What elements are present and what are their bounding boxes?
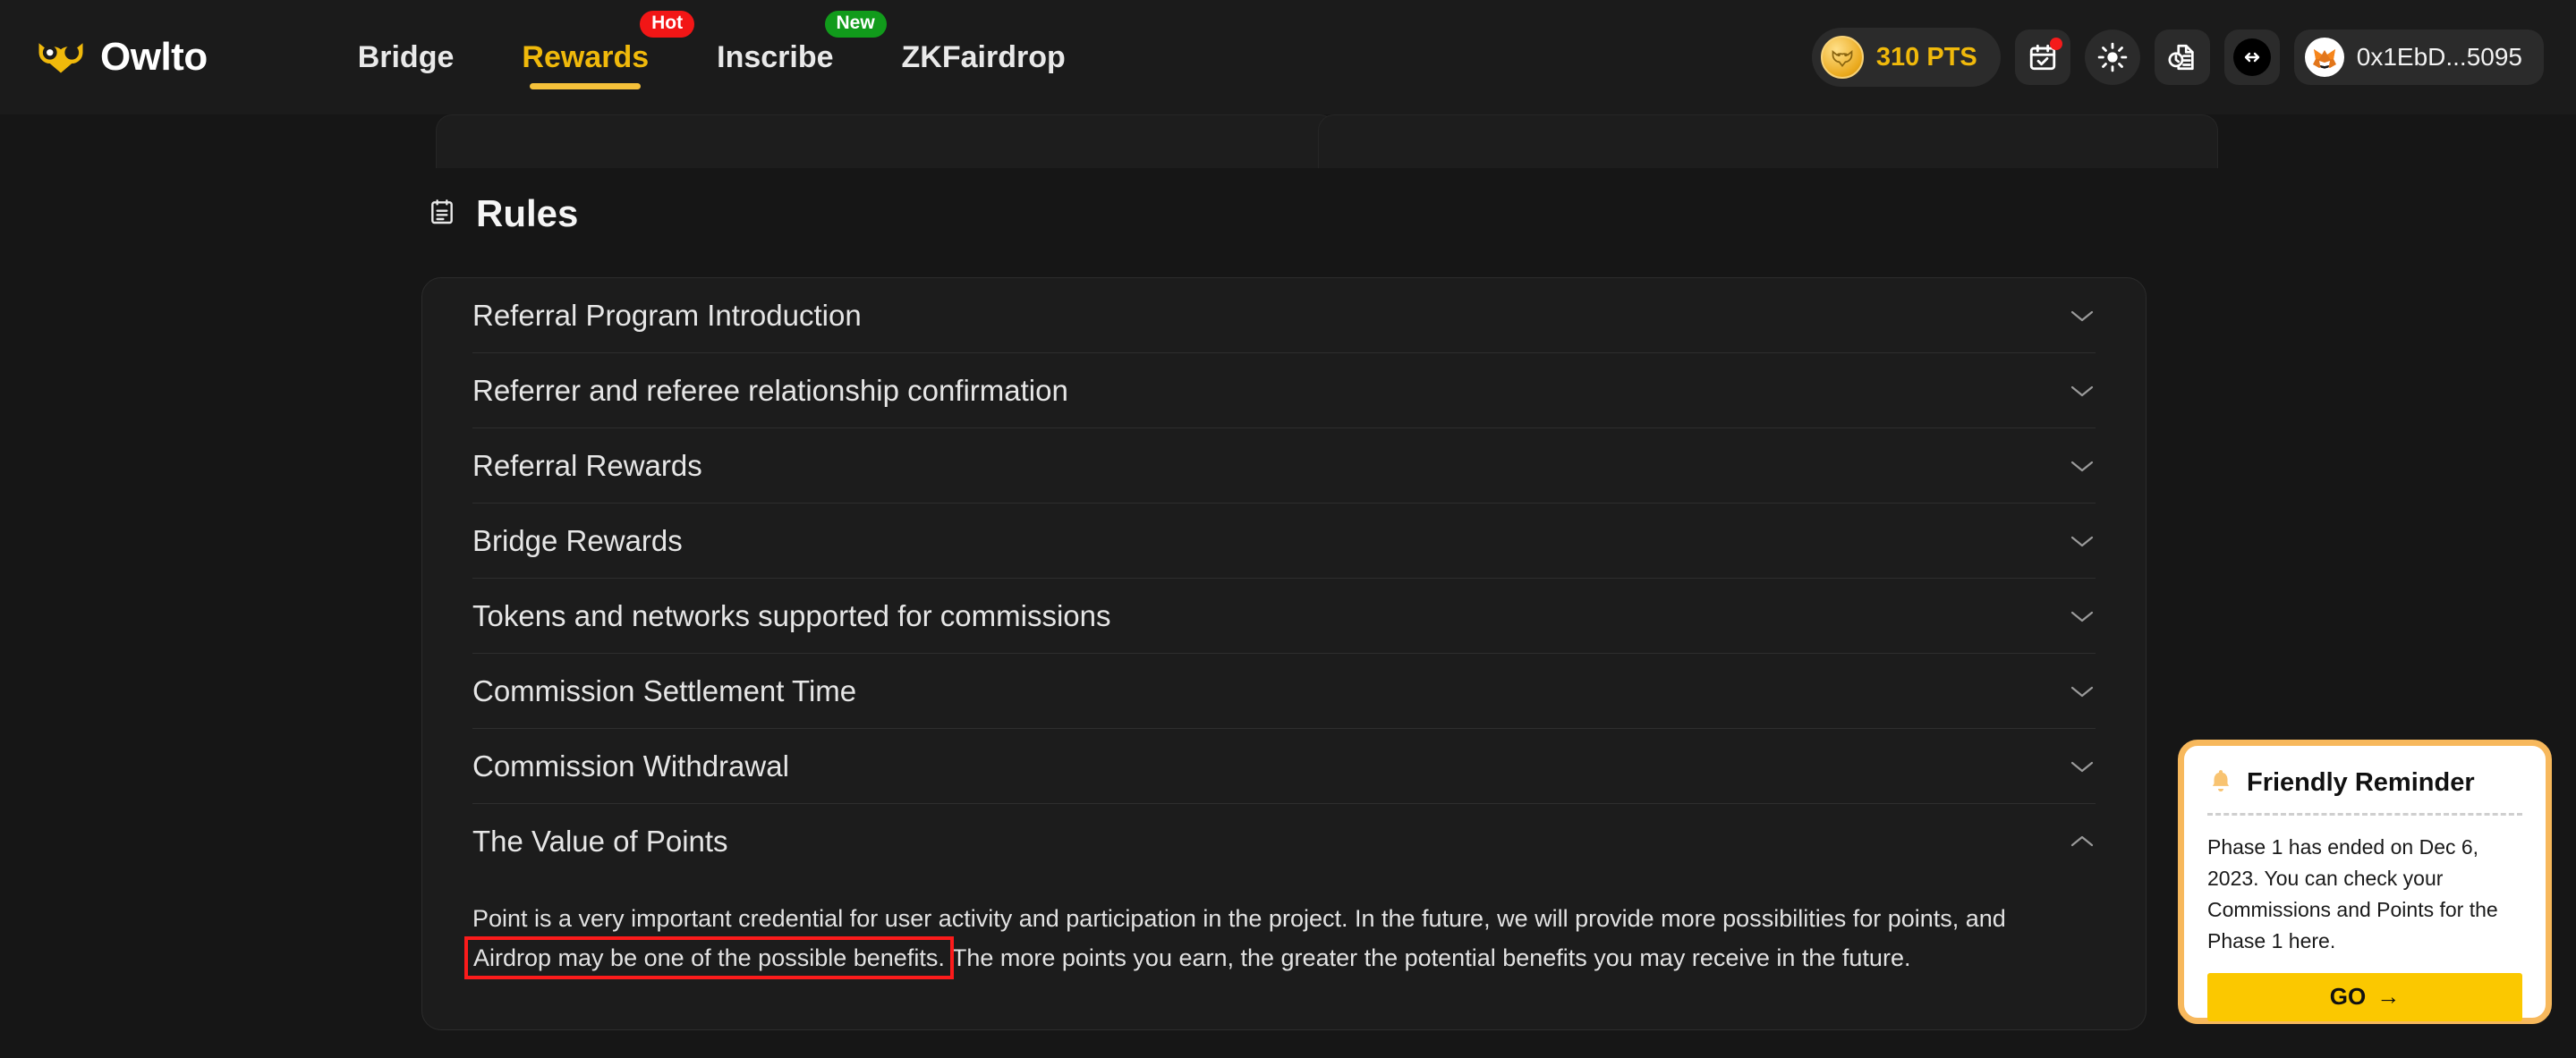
history-document-icon[interactable] <box>2154 30 2210 85</box>
bridge-swap-glyph <box>2232 38 2271 76</box>
accordion-header-referrer-referee-confirmation[interactable]: Referrer and referee relationship confir… <box>472 353 2096 427</box>
notification-dot <box>2049 38 2062 50</box>
nav-item-label: Bridge <box>357 39 455 74</box>
accordion-label: Commission Withdrawal <box>472 749 789 783</box>
paragraph-part-2: The more points you earn, the greater th… <box>945 944 1911 971</box>
chevron-down-icon <box>2069 458 2096 474</box>
accordion-item: Bridge Rewards <box>472 504 2096 579</box>
bridge-swap-icon[interactable] <box>2223 30 2280 85</box>
nav-item-label: Inscribe <box>717 39 834 74</box>
paragraph-part-1: Point is a very important credential for… <box>472 905 2006 932</box>
chevron-down-icon <box>2069 608 2096 624</box>
reminder-title: Friendly Reminder <box>2247 768 2475 797</box>
top-right-controls: 310 PTS 0x1EbD...5095 <box>1811 28 2544 87</box>
bell-icon <box>2207 767 2234 799</box>
accordion-label: Referrer and referee relationship confir… <box>472 373 1068 407</box>
chevron-down-icon <box>2069 758 2096 774</box>
accordion-header-the-value-of-points[interactable]: The Value of Points <box>472 804 2096 878</box>
sun-icon[interactable] <box>2084 30 2140 85</box>
page-title: Rules <box>476 192 579 234</box>
main-nav: Bridge Rewards Hot Inscribe New ZKFairdr… <box>324 0 1100 114</box>
chevron-down-icon <box>2069 683 2096 699</box>
accordion-header-referral-rewards[interactable]: Referral Rewards <box>472 428 2096 503</box>
brand-name: Owlto <box>100 35 208 79</box>
reminder-header: Friendly Reminder <box>2207 767 2522 799</box>
owl-coin-icon <box>1820 36 1864 79</box>
reminder-body-text: Phase 1 has ended on Dec 6, 2023. You ca… <box>2207 835 2498 952</box>
accordion-item: Commission Withdrawal <box>472 729 2096 804</box>
owl-logo-icon <box>36 38 86 76</box>
accordion-label: The Value of Points <box>472 824 728 858</box>
accordion-item-expanded: The Value of Points Point is a very impo… <box>464 804 2096 983</box>
metamask-fox-icon <box>2304 38 2344 77</box>
points-badge[interactable]: 310 PTS <box>1811 28 2001 87</box>
accordion-header-tokens-networks-commissions[interactable]: Tokens and networks supported for commis… <box>472 579 2096 653</box>
nav-item-bridge[interactable]: Bridge <box>324 0 489 114</box>
peek-card-left <box>436 114 1336 168</box>
accordion-item: Referrer and referee relationship confir… <box>472 353 2096 428</box>
chevron-down-icon <box>2069 533 2096 549</box>
arrow-right-icon: → <box>2376 983 2401 1011</box>
wallet-button[interactable]: 0x1EbD...5095 <box>2293 30 2544 85</box>
reminder-go-button[interactable]: GO → <box>2207 972 2522 1021</box>
rules-section-heading: Rules <box>428 192 578 235</box>
accordion-item: Tokens and networks supported for commis… <box>472 579 2096 654</box>
nav-item-rewards[interactable]: Rewards Hot <box>488 0 695 114</box>
nav-item-label: ZKFairdrop <box>901 39 1066 74</box>
list-document-icon <box>428 198 456 231</box>
accordion-header-referral-program-introduction[interactable]: Referral Program Introduction <box>472 278 2096 352</box>
reminder-divider <box>2207 813 2522 816</box>
accordion-paragraph: Point is a very important credential for… <box>464 900 2074 979</box>
accordion-panel-the-value-of-points: Point is a very important credential for… <box>464 878 2096 983</box>
rules-accordion-card: Referral Program Introduction Referrer a… <box>421 277 2147 1031</box>
accordion-label: Tokens and networks supported for commis… <box>472 598 1111 632</box>
go-button-label: GO <box>2329 983 2367 1011</box>
top-navigation-bar: Owlto Bridge Rewards Hot Inscribe New ZK… <box>0 0 2576 114</box>
nav-item-inscribe[interactable]: Inscribe New <box>683 0 887 114</box>
nav-item-label: Rewards <box>522 39 650 74</box>
accordion-item: Referral Rewards <box>472 428 2096 504</box>
brand-logo[interactable]: Owlto <box>36 35 208 80</box>
page-root: 律动 BLOCKBEATS Owlto Bridge <box>0 0 2576 1058</box>
peek-card-right <box>1318 114 2218 168</box>
points-label: 310 PTS <box>1875 42 1977 72</box>
friendly-reminder-card: Friendly Reminder Phase 1 has ended on D… <box>2178 740 2552 1024</box>
highlighted-phrase: Airdrop may be one of the possible benef… <box>464 935 954 979</box>
active-tab-underline <box>530 83 642 89</box>
accordion-header-commission-withdrawal[interactable]: Commission Withdrawal <box>472 729 2096 803</box>
chevron-down-icon <box>2069 383 2096 399</box>
accordion-label: Referral Program Introduction <box>472 298 862 332</box>
calendar-check-icon[interactable] <box>2014 30 2070 85</box>
accordion-item: Referral Program Introduction <box>472 278 2096 353</box>
accordion-header-bridge-rewards[interactable]: Bridge Rewards <box>472 504 2096 578</box>
accordion-label: Referral Rewards <box>472 448 702 482</box>
accordion-item: Commission Settlement Time <box>472 654 2096 729</box>
wallet-address: 0x1EbD...5095 <box>2356 43 2522 71</box>
accordion-label: Bridge Rewards <box>472 523 683 557</box>
chevron-up-icon <box>2069 834 2096 850</box>
accordion-header-commission-settlement-time[interactable]: Commission Settlement Time <box>472 654 2096 728</box>
nav-item-zkfairdrop[interactable]: ZKFairdrop <box>868 0 1100 114</box>
chevron-down-icon <box>2069 308 2096 324</box>
accordion-label: Commission Settlement Time <box>472 673 857 707</box>
